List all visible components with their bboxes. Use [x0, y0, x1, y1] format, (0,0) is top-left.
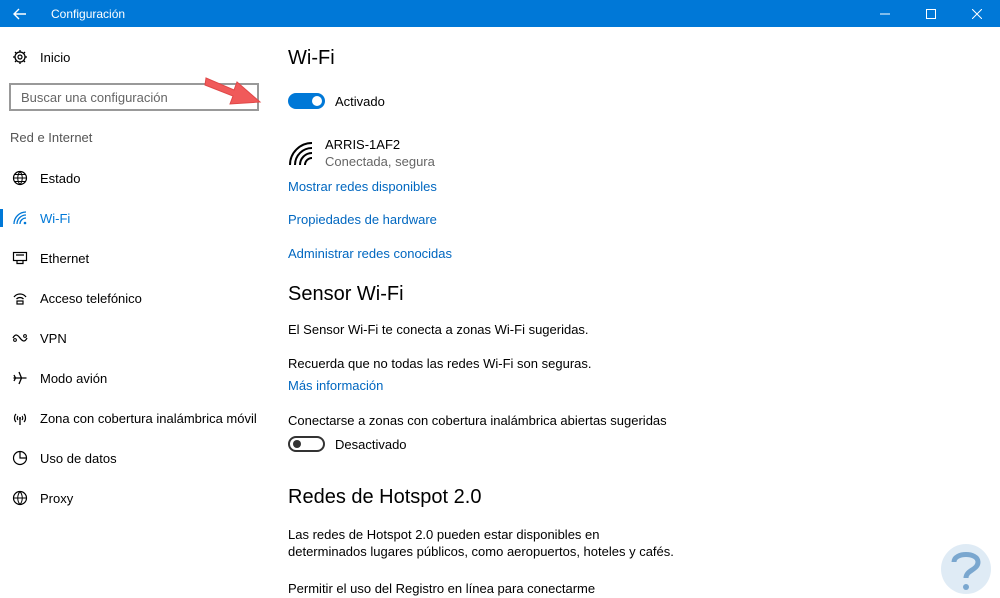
sidebar: Inicio Buscar una configuración Red e In… — [0, 27, 270, 598]
close-button[interactable] — [954, 0, 1000, 27]
home-item[interactable]: Inicio — [12, 49, 70, 65]
connected-network[interactable]: ARRIS-1AF2 Conectada, segura — [288, 137, 435, 169]
sidebar-item-label: Modo avión — [40, 370, 108, 386]
network-name: ARRIS-1AF2 — [325, 137, 401, 152]
more-info-link[interactable]: Más información — [288, 378, 383, 393]
sidebar-item-label: Uso de datos — [40, 450, 117, 466]
maximize-button[interactable] — [908, 0, 954, 27]
data-usage-icon — [12, 450, 28, 466]
sidebar-item-modo-avion[interactable]: Modo avión — [0, 358, 270, 398]
title-bar: Configuración — [0, 0, 1000, 27]
hotspot-icon — [13, 413, 27, 425]
maximize-icon — [926, 8, 936, 19]
sidebar-item-wifi[interactable]: Wi-Fi — [0, 198, 270, 238]
wifi-toggle[interactable] — [288, 93, 325, 109]
sidebar-item-acceso-telefonico[interactable]: Acceso telefónico — [0, 278, 270, 318]
hardware-properties-link[interactable]: Propiedades de hardware — [288, 212, 437, 227]
minimize-button[interactable] — [862, 0, 908, 27]
hotspot-description-line2: determinados lugares públicos, como aero… — [288, 544, 674, 559]
sidebar-item-label: Wi-Fi — [40, 210, 71, 226]
open-hotspots-label: Conectarse a zonas con cobertura inalámb… — [288, 413, 667, 428]
wifi-sense-title: Sensor Wi-Fi — [288, 283, 404, 305]
window-title: Configuración — [51, 6, 126, 21]
wifi-icon — [13, 211, 27, 225]
wifi-toggle-label: Activado — [335, 93, 385, 109]
sidebar-item-label: Acceso telefónico — [40, 290, 142, 306]
hotspot-description-line1: Las redes de Hotspot 2.0 pueden estar di… — [288, 527, 600, 542]
show-networks-link[interactable]: Mostrar redes disponibles — [288, 179, 437, 194]
manage-known-networks-link[interactable]: Administrar redes conocidas — [288, 246, 452, 261]
main-content: Wi-Fi Activado ARRIS-1AF2 Conectada, seg… — [288, 27, 988, 598]
hotspot-title: Redes de Hotspot 2.0 — [288, 486, 482, 508]
watermark-logo — [941, 544, 991, 594]
globe-icon — [12, 170, 28, 186]
proxy-icon — [12, 490, 28, 506]
sidebar-nav: Estado Wi-Fi Ethernet Acceso telefónico … — [0, 158, 270, 518]
sidebar-item-label: Estado — [40, 170, 81, 186]
toggle-knob — [293, 440, 301, 448]
wifi-sense-note: Recuerda que no todas las redes Wi-Fi so… — [288, 356, 592, 371]
home-label: Inicio — [40, 49, 71, 65]
wifi-sense-description: El Sensor Wi-Fi te conecta a zonas Wi-Fi… — [288, 322, 589, 337]
sidebar-item-ethernet[interactable]: Ethernet — [0, 238, 270, 278]
toggle-knob — [312, 96, 322, 106]
open-hotspots-toggle-label: Desactivado — [335, 436, 407, 452]
sidebar-item-uso-datos[interactable]: Uso de datos — [0, 438, 270, 478]
page-title: Wi-Fi — [288, 47, 335, 69]
sidebar-item-proxy[interactable]: Proxy — [0, 478, 270, 518]
airplane-icon — [13, 371, 27, 385]
minimize-icon — [880, 13, 890, 14]
section-label: Red e Internet — [10, 130, 93, 145]
sidebar-item-label: Ethernet — [40, 250, 90, 266]
ethernet-icon — [12, 251, 28, 265]
online-signup-label: Permitir el uso del Registro en línea pa… — [288, 581, 596, 596]
wifi-toggle-row: Activado — [288, 93, 385, 109]
wifi-signal-icon — [289, 142, 313, 166]
sidebar-item-label: VPN — [40, 330, 67, 346]
sidebar-item-estado[interactable]: Estado — [0, 158, 270, 198]
back-button[interactable] — [0, 0, 40, 27]
open-hotspots-toggle[interactable] — [288, 436, 325, 452]
gear-icon — [13, 50, 27, 64]
network-status: Conectada, segura — [325, 154, 435, 169]
search-placeholder: Buscar una configuración — [21, 89, 168, 105]
sidebar-item-label: Proxy — [40, 490, 74, 506]
sidebar-item-label: Zona con cobertura inalámbrica móvil — [40, 410, 257, 426]
open-hotspots-toggle-row: Desactivado — [288, 436, 407, 452]
annotation-arrow-icon — [204, 77, 262, 105]
back-arrow-icon — [13, 8, 26, 19]
sidebar-item-vpn[interactable]: VPN — [0, 318, 270, 358]
close-icon — [972, 8, 982, 19]
vpn-icon — [12, 334, 28, 342]
sidebar-item-zona-cobertura[interactable]: Zona con cobertura inalámbrica móvil — [0, 398, 270, 438]
dialup-icon — [13, 293, 27, 305]
